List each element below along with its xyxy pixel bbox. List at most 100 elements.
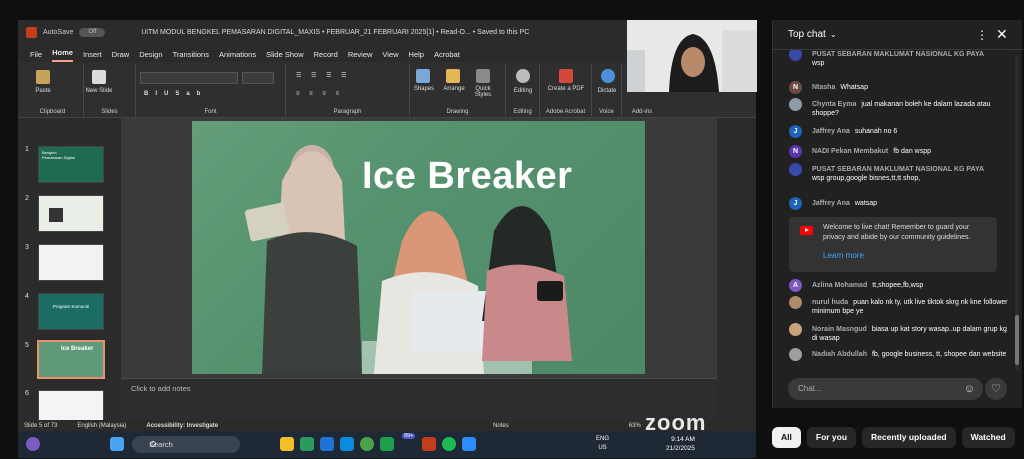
slide-thumbnail-3[interactable] bbox=[38, 244, 104, 281]
font-family-select[interactable] bbox=[140, 72, 238, 84]
avatar[interactable] bbox=[789, 163, 802, 176]
tab-home[interactable]: Home bbox=[52, 48, 73, 62]
notes-button[interactable]: Notes bbox=[493, 423, 509, 429]
avatar[interactable]: J bbox=[789, 125, 802, 138]
edge-icon[interactable] bbox=[300, 437, 314, 451]
clock-time: 9:14 AM bbox=[671, 436, 695, 443]
message-author[interactable]: Norain Masngud bbox=[812, 326, 867, 333]
tab-view[interactable]: View bbox=[382, 50, 398, 62]
vertical-scrollbar[interactable] bbox=[717, 118, 756, 420]
avatar[interactable]: J bbox=[789, 197, 802, 210]
whatsapp-icon[interactable] bbox=[380, 437, 394, 451]
message-author[interactable]: Azlina Mohamad bbox=[812, 282, 867, 289]
avatar[interactable] bbox=[789, 296, 802, 309]
avatar[interactable]: N bbox=[789, 145, 802, 158]
slide-title[interactable]: Ice Breaker bbox=[362, 155, 572, 198]
document-title: UiTM MODUL BENGKEL PEMASARAN DIGITAL_MAX… bbox=[141, 29, 530, 36]
paragraph-icons[interactable]: ☰ ☰ ☰ ☰ bbox=[296, 72, 396, 79]
autosave-toggle[interactable]: Off bbox=[79, 28, 106, 37]
store-icon[interactable] bbox=[320, 437, 334, 451]
taskbar-search[interactable]: Search bbox=[132, 436, 240, 453]
more-options-icon[interactable]: ⋮ bbox=[976, 28, 988, 42]
tab-help[interactable]: Help bbox=[409, 50, 424, 62]
zoom-app-icon[interactable] bbox=[462, 437, 476, 451]
message-author[interactable]: nurul huda bbox=[812, 299, 848, 306]
tab-transitions[interactable]: Transitions bbox=[173, 50, 209, 62]
message-author[interactable]: Jaffrey Ana bbox=[812, 200, 850, 207]
avatar[interactable] bbox=[789, 98, 802, 111]
start-icon[interactable] bbox=[110, 437, 124, 451]
chat-mode-select[interactable]: Top chat bbox=[788, 29, 826, 40]
widgets-icon[interactable] bbox=[26, 437, 40, 451]
tab-file[interactable]: File bbox=[30, 50, 42, 62]
font-size-select[interactable] bbox=[242, 72, 274, 84]
message-author[interactable]: Nadiah Abdullah bbox=[812, 351, 867, 358]
search-icon[interactable] bbox=[516, 69, 530, 83]
input-language[interactable]: ENG US bbox=[596, 435, 609, 453]
avatar[interactable] bbox=[789, 348, 802, 361]
shapes-label: Shapes bbox=[413, 86, 435, 92]
heart-icon[interactable]: ♡ bbox=[985, 378, 1007, 400]
avatar[interactable]: N bbox=[789, 81, 802, 94]
arrange-icon[interactable] bbox=[446, 69, 460, 83]
shapes-icon[interactable] bbox=[416, 69, 430, 83]
slide-thumbnail-5[interactable]: Ice Breaker bbox=[37, 340, 105, 379]
tab-design[interactable]: Design bbox=[139, 50, 162, 62]
message-author[interactable]: PUSAT SEBARAN MAKLUMAT NASIONAL KG PAYA bbox=[812, 166, 984, 173]
slide-thumbnail-2[interactable] bbox=[38, 195, 104, 232]
avatar[interactable] bbox=[789, 50, 802, 61]
qr-code-icon bbox=[49, 208, 63, 222]
message-author[interactable]: NADI Pekan Membakut bbox=[812, 148, 888, 155]
tab-review[interactable]: Review bbox=[348, 50, 373, 62]
message-author[interactable]: Ntasha bbox=[812, 84, 835, 91]
tab-record[interactable]: Record bbox=[314, 50, 338, 62]
chat-input[interactable]: Chat... ☺ bbox=[788, 378, 983, 400]
tab-animations[interactable]: Animations bbox=[219, 50, 256, 62]
emoji-icon[interactable]: ☺ bbox=[964, 378, 975, 400]
new-slide-icon[interactable] bbox=[92, 70, 106, 84]
zoom-level[interactable]: 63% bbox=[629, 423, 641, 429]
tab-draw[interactable]: Draw bbox=[112, 50, 130, 62]
thumb-number: 6 bbox=[25, 390, 29, 397]
create-pdf-icon[interactable] bbox=[559, 69, 573, 83]
chat-scrollbar[interactable] bbox=[1015, 55, 1019, 370]
paste-icon[interactable] bbox=[36, 70, 50, 84]
microphone-icon[interactable] bbox=[601, 69, 615, 83]
outlook-icon[interactable] bbox=[340, 437, 354, 451]
quick-styles-icon[interactable] bbox=[476, 69, 490, 83]
system-clock[interactable]: 9:14 AM 21/2/2025 bbox=[666, 435, 695, 453]
tab-insert[interactable]: Insert bbox=[83, 50, 102, 62]
powerpoint-icon[interactable] bbox=[422, 437, 436, 451]
slide-thumbnail-1[interactable]: Bengkel Pemasaran Digital bbox=[38, 146, 104, 183]
tab-slide-show[interactable]: Slide Show bbox=[266, 50, 304, 62]
avatar[interactable] bbox=[789, 323, 802, 336]
spotify-icon[interactable] bbox=[442, 437, 456, 451]
adobe-acrobat-label: Adobe Acrobat bbox=[545, 109, 586, 115]
accessibility-status[interactable]: Accessibility: Investigate bbox=[146, 423, 218, 429]
font-format-icons[interactable]: BIUSab bbox=[144, 91, 274, 97]
youtube-icon bbox=[800, 226, 813, 235]
close-icon[interactable]: ✕ bbox=[996, 26, 1008, 43]
tab-acrobat[interactable]: Acrobat bbox=[434, 50, 460, 62]
alignment-icons[interactable]: ≡ ≡ ≡ ≡ bbox=[296, 91, 396, 97]
chrome-icon[interactable] bbox=[360, 437, 374, 451]
arrange-label: Arrange bbox=[443, 86, 465, 92]
avatar[interactable]: A bbox=[789, 279, 802, 292]
message-author[interactable]: PUSAT SEBARAN MAKLUMAT NASIONAL KG PAYA bbox=[812, 51, 984, 58]
chip-watched[interactable]: Watched bbox=[961, 427, 1015, 448]
chip-for-you[interactable]: For you bbox=[806, 427, 857, 448]
learn-more-link[interactable]: Learn more bbox=[823, 251, 864, 260]
chip-recently-uploaded[interactable]: Recently uploaded bbox=[862, 427, 956, 448]
language-status[interactable]: English (Malaysia) bbox=[77, 423, 126, 429]
chip-all[interactable]: All bbox=[772, 427, 801, 448]
slide-thumbnail-4[interactable]: Program Komuniti bbox=[38, 293, 104, 330]
chat-scroll-thumb[interactable] bbox=[1015, 315, 1019, 365]
chevron-down-icon[interactable]: ⌄ bbox=[830, 30, 837, 39]
message-author[interactable]: Chynta Eyma bbox=[812, 101, 856, 108]
current-slide[interactable]: Ice Breaker bbox=[192, 121, 645, 374]
message-text: Whatsap bbox=[840, 84, 868, 91]
message-author[interactable]: Jaffrey Ana bbox=[812, 128, 850, 135]
file-explorer-icon[interactable] bbox=[280, 437, 294, 451]
notes-pane[interactable]: Click to add notes bbox=[121, 378, 717, 420]
thumb-number: 5 bbox=[25, 342, 29, 349]
